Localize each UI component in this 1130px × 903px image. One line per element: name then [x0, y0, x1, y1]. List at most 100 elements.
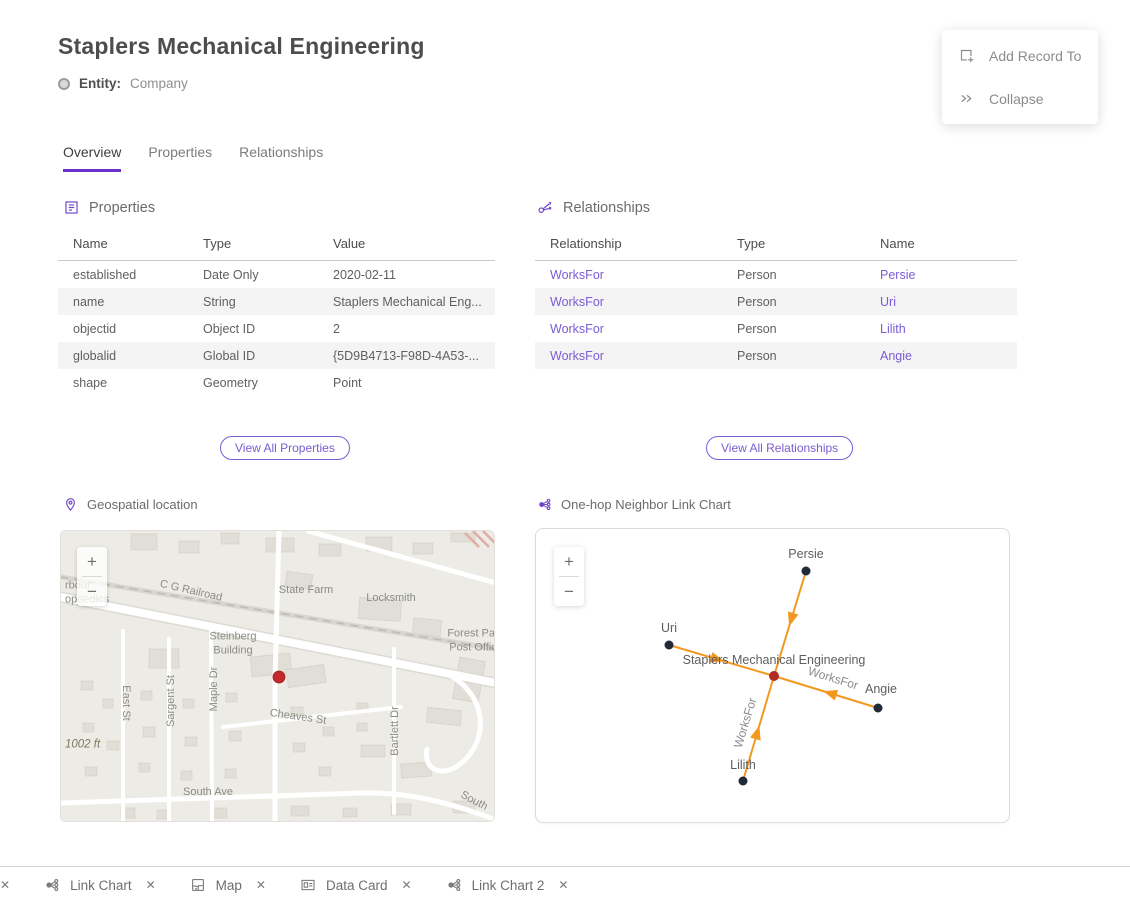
chart-zoom-control: + −	[554, 547, 584, 606]
entity-type-dot-icon	[58, 78, 70, 90]
graph-node[interactable]	[739, 777, 748, 786]
view-tabs-bar: ✕ Link Chart✕Map✕Data Card✕Link Chart 2✕	[0, 866, 1130, 903]
zoom-in-button[interactable]: +	[77, 547, 107, 576]
name-link[interactable]: Lilith	[880, 322, 906, 336]
close-icon[interactable]: ✕	[558, 878, 568, 892]
view-tab-link-chart[interactable]: Link Chart✕	[44, 877, 156, 893]
relationship-link[interactable]: WorksFor	[550, 349, 604, 363]
link-chart-section-title: One-hop Neighbor Link Chart	[561, 497, 731, 512]
map-canvas	[61, 531, 495, 822]
name-link[interactable]: Angie	[880, 349, 912, 363]
properties-section-header: Properties	[63, 199, 155, 216]
menu-item-add-record-to[interactable]: Add Record To	[942, 34, 1098, 77]
property-row[interactable]: nameStringStaplers Mechanical Eng...	[58, 288, 495, 315]
entity-type-value: Company	[130, 76, 188, 91]
tab-properties[interactable]: Properties	[148, 144, 212, 172]
graph-node[interactable]	[874, 704, 883, 713]
property-cell: objectid	[58, 315, 203, 342]
relationship-link[interactable]: WorksFor	[550, 268, 604, 282]
relationships-section-header: Relationships	[537, 199, 650, 216]
relationship-link[interactable]: WorksFor	[550, 322, 604, 336]
relationship-row[interactable]: WorksFor Person Angie	[535, 342, 1017, 369]
column-header: Type	[737, 228, 880, 261]
zoom-out-button[interactable]: −	[77, 577, 107, 606]
node-label: Lilith	[730, 758, 756, 772]
collapse-icon	[958, 90, 975, 107]
property-cell: 2020-02-11	[333, 261, 495, 289]
tab-relationships[interactable]: Relationships	[239, 144, 323, 172]
map-marker	[273, 671, 285, 683]
close-icon[interactable]: ✕	[256, 878, 266, 892]
tab-bar: Overview Properties Relationships	[63, 144, 323, 172]
relationship-cell: Angie	[880, 342, 1017, 369]
column-header: Value	[333, 228, 495, 261]
view-tab-data-card[interactable]: Data Card✕	[300, 877, 412, 893]
tab-overview[interactable]: Overview	[63, 144, 121, 172]
close-icon[interactable]: ✕	[146, 878, 156, 892]
property-row[interactable]: shapeGeometryPoint	[58, 369, 495, 396]
link-chart-icon	[44, 877, 60, 893]
property-cell: shape	[58, 369, 203, 396]
properties-section-title: Properties	[89, 200, 155, 216]
pin-icon	[63, 497, 78, 512]
edge-arrow-icon	[784, 611, 799, 628]
zoom-in-button[interactable]: +	[554, 547, 584, 576]
graph-center-node[interactable]	[769, 671, 779, 681]
name-link[interactable]: Uri	[880, 295, 896, 309]
view-tab-label: Map	[216, 878, 242, 893]
page-title: Staplers Mechanical Engineering	[58, 33, 425, 60]
menu-item-collapse[interactable]: Collapse	[942, 77, 1098, 120]
relationship-cell: Person	[737, 315, 880, 342]
relationship-cell: WorksFor	[535, 288, 737, 315]
relationship-cell: Lilith	[880, 315, 1017, 342]
graph-node[interactable]	[665, 641, 674, 650]
property-row[interactable]: establishedDate Only2020-02-11	[58, 261, 495, 289]
view-all-relationships-button[interactable]: View All Relationships	[706, 436, 853, 460]
property-cell: globalid	[58, 342, 203, 369]
context-menu: Add Record To Collapse	[942, 30, 1098, 124]
relationships-table: Relationship Type Name WorksForPersonPer…	[535, 228, 1017, 369]
relationship-row[interactable]: WorksForPersonPersie	[535, 261, 1017, 289]
map-view[interactable]: rbour opaedicsC G RailroadState FarmLock…	[60, 530, 495, 822]
property-cell: String	[203, 288, 333, 315]
column-header: Name	[58, 228, 203, 261]
data-card-page: Staplers Mechanical Engineering Entity: …	[0, 0, 1130, 903]
zoom-out-button[interactable]: −	[554, 577, 584, 606]
geospatial-section-title: Geospatial location	[87, 497, 198, 512]
type-cell: Person	[737, 349, 777, 363]
data-card-icon	[300, 877, 316, 893]
properties-table: Name Type Value establishedDate Only2020…	[58, 228, 495, 396]
node-label: Persie	[788, 547, 823, 561]
view-tab-link-chart-2[interactable]: Link Chart 2✕	[446, 877, 569, 893]
map-icon	[190, 877, 206, 893]
relationship-row[interactable]: WorksFor Person Lilith	[535, 315, 1017, 342]
type-cell: Person	[737, 322, 777, 336]
view-tab-map[interactable]: Map ✕	[190, 877, 266, 893]
relationship-link[interactable]: WorksFor	[550, 295, 604, 309]
property-cell: established	[58, 261, 203, 289]
column-header: Type	[203, 228, 333, 261]
relationships-section-title: Relationships	[563, 200, 650, 216]
close-icon[interactable]: ✕	[0, 878, 10, 892]
relationships-icon	[537, 199, 554, 216]
property-cell: Global ID	[203, 342, 333, 369]
properties-icon	[63, 199, 80, 216]
name-link[interactable]: Persie	[880, 268, 915, 282]
column-header: Relationship	[535, 228, 737, 261]
link-chart-section-header: One-hop Neighbor Link Chart	[537, 497, 731, 512]
property-row[interactable]: globalidGlobal ID{5D9B4713-F98D-4A53-...	[58, 342, 495, 369]
center-node-label: Staplers Mechanical Engineering	[683, 653, 866, 667]
relationship-cell: WorksFor	[535, 342, 737, 369]
relationship-cell: WorksFor	[535, 261, 737, 289]
property-row[interactable]: objectidObject ID2	[58, 315, 495, 342]
close-icon[interactable]: ✕	[402, 878, 412, 892]
link-chart-view[interactable]: WorksForWorksForPersieUriAngieLilithStap…	[535, 528, 1010, 823]
entity-label: Entity:	[79, 76, 121, 91]
view-all-properties-button[interactable]: View All Properties	[220, 436, 350, 460]
link-chart-canvas: WorksForWorksForPersieUriAngieLilithStap…	[536, 529, 1010, 823]
graph-node[interactable]	[802, 567, 811, 576]
relationship-row[interactable]: WorksForPersonUri	[535, 288, 1017, 315]
menu-item-label: Collapse	[989, 91, 1043, 107]
edge-arrow-icon	[750, 724, 765, 741]
column-header: Name	[880, 228, 1017, 261]
